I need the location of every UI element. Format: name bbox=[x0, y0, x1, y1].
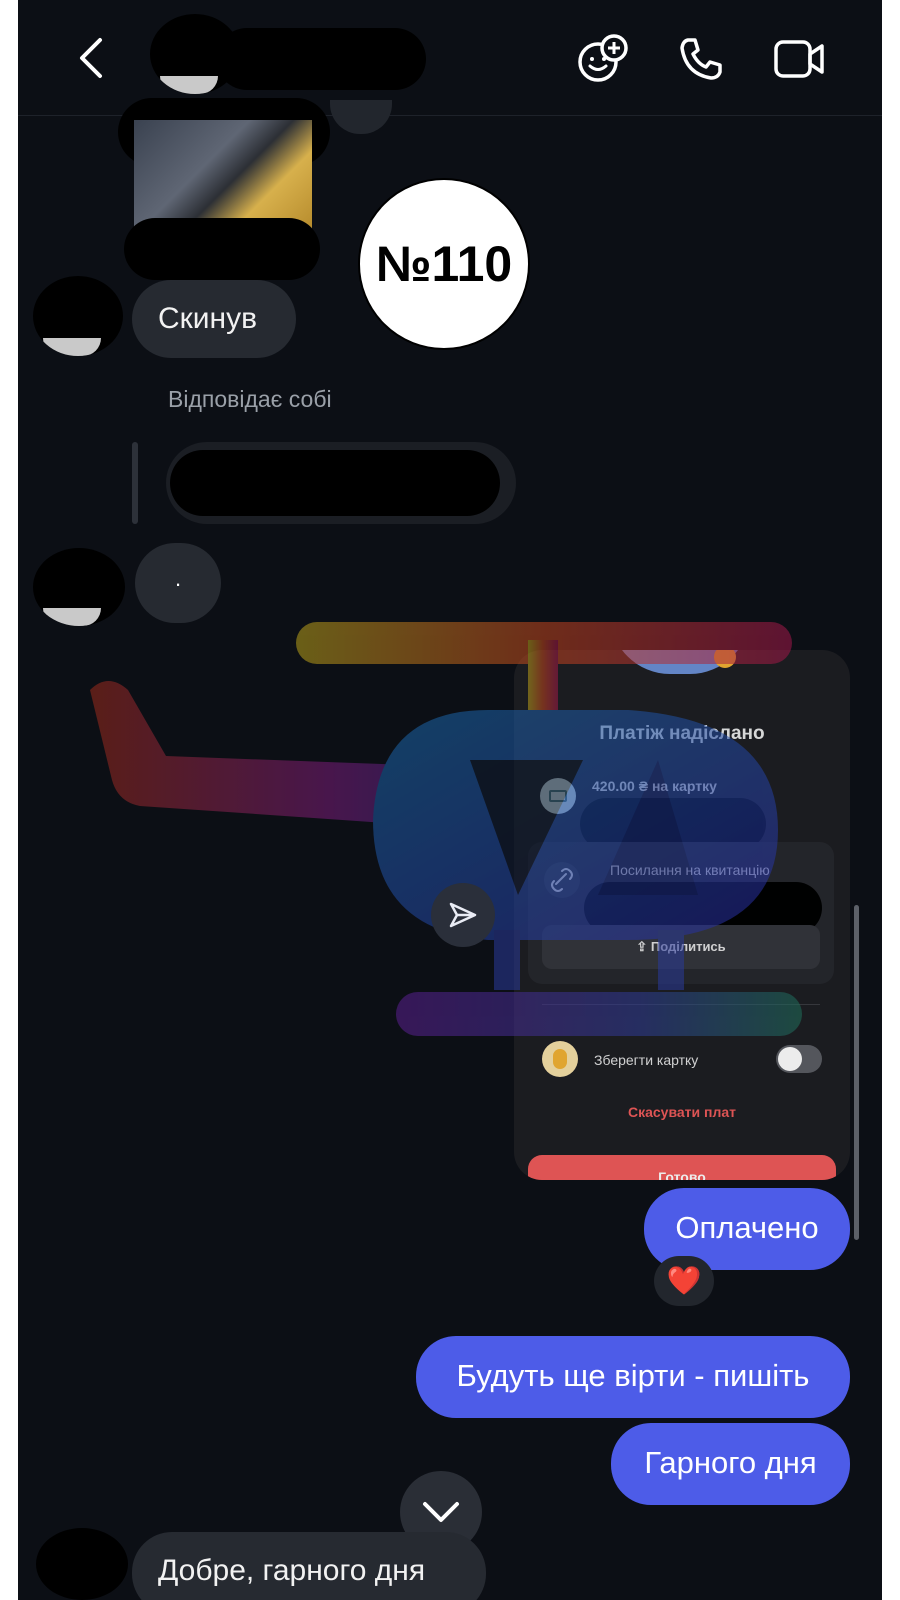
reply-indicator-bar bbox=[132, 442, 138, 524]
shared-photo[interactable] bbox=[134, 120, 312, 232]
chat-screen: №110 Скинув Відповідає собі . Платіж над… bbox=[18, 0, 882, 1600]
sender-avatar[interactable] bbox=[33, 548, 125, 626]
message-bubble-outgoing[interactable]: Будуть ще вірти - пишіть bbox=[416, 1336, 850, 1418]
receipt-link-label[interactable]: Посилання на квитанцію bbox=[610, 862, 770, 878]
divider bbox=[542, 1004, 820, 1005]
payment-title: Платіж надіслано bbox=[599, 723, 765, 744]
reply-label: Відповідає собі bbox=[168, 386, 332, 412]
number-stamp: №110 bbox=[358, 178, 530, 350]
share-message-button[interactable] bbox=[431, 883, 495, 947]
video-call-icon[interactable] bbox=[774, 38, 826, 80]
chevron-down-icon bbox=[423, 1502, 459, 1522]
heart-reaction[interactable]: ❤️ bbox=[654, 1256, 714, 1306]
redacted-contact-name bbox=[216, 28, 426, 90]
message-bubble-incoming[interactable]: Добре, гарного дня bbox=[132, 1532, 486, 1600]
add-effect-icon[interactable] bbox=[576, 32, 630, 84]
card-icon bbox=[540, 778, 576, 814]
redacted-message bbox=[124, 218, 320, 280]
send-icon bbox=[449, 902, 477, 928]
message-bubble-incoming[interactable]: Скинув bbox=[132, 280, 296, 358]
message-bubble-incoming[interactable]: . bbox=[135, 543, 221, 623]
payment-amount: 420.00 ₴ на картку bbox=[592, 778, 717, 794]
cancel-payment-link[interactable]: Скасувати плат bbox=[514, 1104, 850, 1120]
share-icon: ⇪ bbox=[636, 939, 651, 954]
phone-icon[interactable] bbox=[678, 36, 724, 82]
payment-screenshot-card[interactable]: Платіж надіслано 420.00 ₴ на картку Поси… bbox=[514, 650, 850, 1180]
message-reaction-partial bbox=[330, 100, 392, 134]
done-button[interactable]: Готово bbox=[528, 1155, 836, 1180]
hand-wave-icon bbox=[542, 1041, 578, 1077]
scrollbar[interactable] bbox=[854, 905, 859, 1240]
save-card-toggle[interactable] bbox=[776, 1045, 822, 1073]
link-icon bbox=[544, 862, 580, 898]
sender-avatar[interactable] bbox=[36, 1528, 128, 1600]
save-card-label: Зберегти картку bbox=[594, 1052, 699, 1068]
share-button[interactable]: ⇪ Поділитись bbox=[542, 925, 820, 969]
message-bubble-outgoing[interactable]: Гарного дня bbox=[611, 1423, 850, 1505]
sender-avatar[interactable] bbox=[33, 276, 123, 356]
redacted-message bbox=[170, 450, 500, 516]
coin-icon bbox=[714, 650, 736, 668]
chevron-left-icon[interactable] bbox=[76, 36, 108, 80]
